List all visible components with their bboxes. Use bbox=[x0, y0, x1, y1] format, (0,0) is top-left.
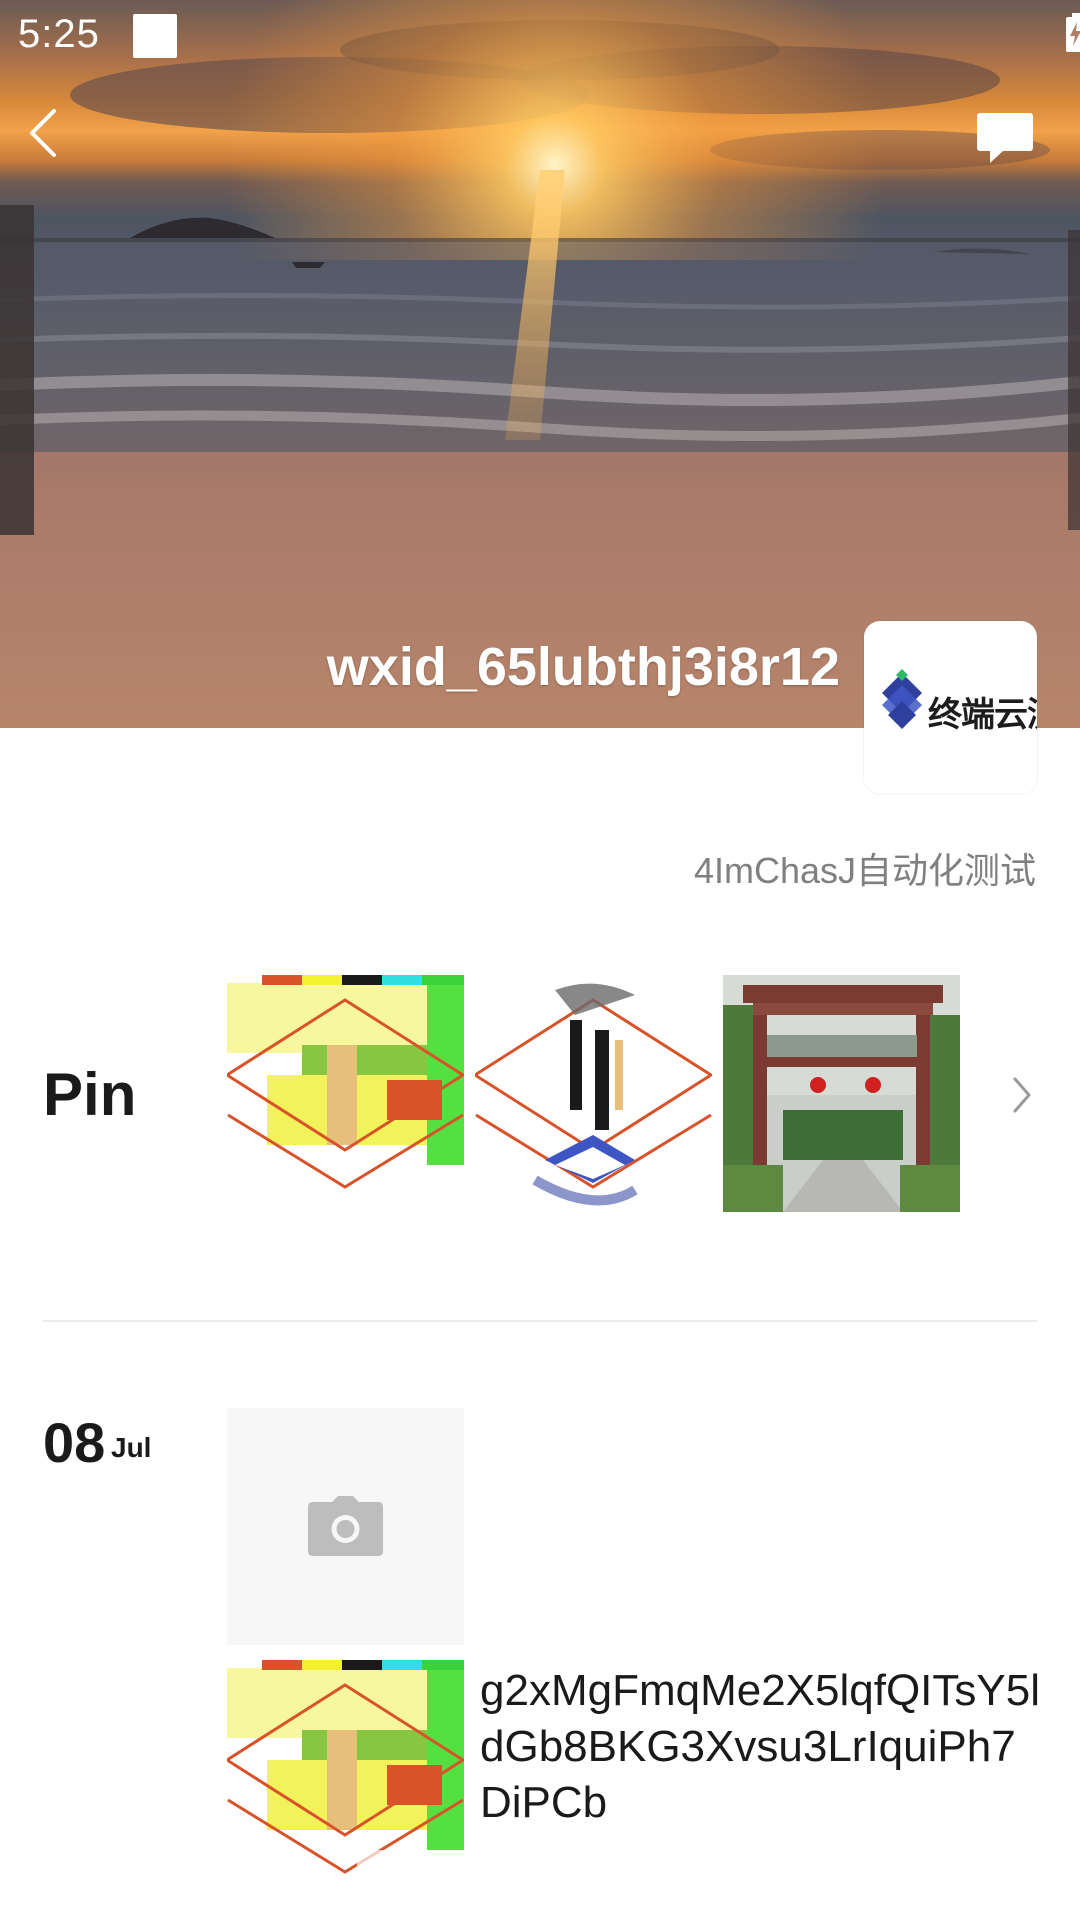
pinned-photo-2 bbox=[475, 975, 712, 1212]
status-time: 5:25 bbox=[18, 12, 100, 56]
username: wxid_65lubthj3i8r12 bbox=[326, 637, 840, 697]
chevron-left-icon bbox=[30, 109, 56, 157]
divider bbox=[43, 1320, 1037, 1322]
messages-button[interactable] bbox=[976, 112, 1040, 168]
camera-icon bbox=[308, 1496, 383, 1556]
pinned-photo-1 bbox=[227, 975, 464, 1212]
pinned-photo-3 bbox=[723, 975, 960, 1212]
avatar[interactable]: 终端云测 bbox=[864, 621, 1037, 794]
avatar-text: 终端云测 bbox=[928, 696, 1037, 734]
status-bar: 5:25 bbox=[0, 0, 1080, 76]
post-text[interactable]: g2xMgFmqMe2X5lqfQITsY5ldGb8BKG3Xvsu3LrIq… bbox=[480, 1663, 1040, 1831]
moments-profile-page: 5:25 wxid_65lubthj3i8r12 终端云 4ImChasJ自动化… bbox=[0, 0, 1080, 1920]
post-date-month: Jul bbox=[111, 1432, 152, 1463]
post-date-day: 08 bbox=[43, 1411, 106, 1474]
pinned-thumbnail[interactable] bbox=[227, 975, 464, 1212]
chevron-right-icon[interactable] bbox=[1005, 1075, 1037, 1115]
signature-text: 4ImChasJ自动化测试 bbox=[693, 850, 1036, 891]
comment-bubble-icon bbox=[977, 113, 1033, 163]
post-photo[interactable] bbox=[227, 1660, 464, 1897]
sunset-sea-image bbox=[0, 0, 1080, 728]
notification-icon bbox=[133, 14, 177, 58]
pinned-thumbnail[interactable] bbox=[723, 975, 960, 1212]
pinned-thumbnail[interactable] bbox=[475, 975, 712, 1212]
upload-icon bbox=[414, 1851, 444, 1886]
post-photo-placeholder[interactable] bbox=[227, 1408, 464, 1645]
pin-label: Pin bbox=[43, 1061, 137, 1128]
cover-photo[interactable]: 5:25 wxid_65lubthj3i8r12 bbox=[0, 0, 1080, 728]
battery-charging-icon bbox=[1066, 13, 1080, 52]
back-button[interactable] bbox=[28, 108, 78, 168]
